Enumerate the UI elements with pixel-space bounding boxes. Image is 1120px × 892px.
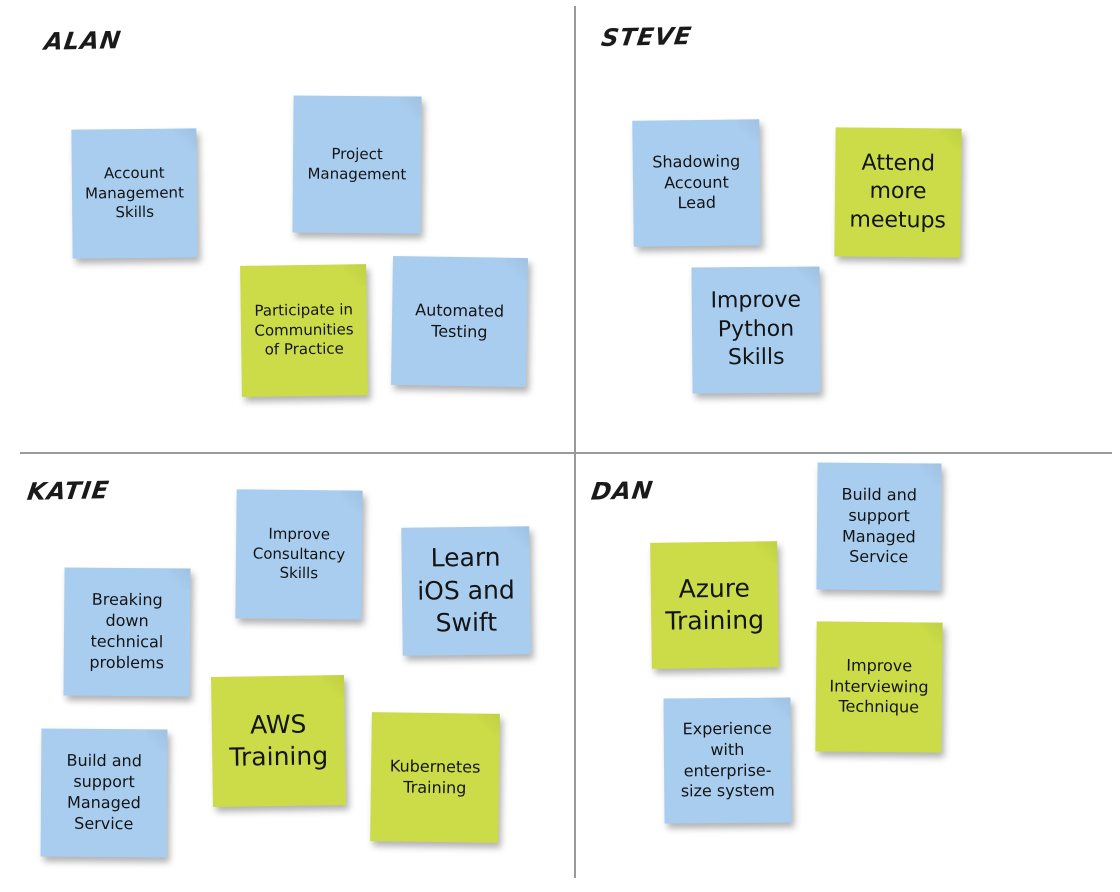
sticky-note[interactable]: Participate in Communities of Practice — [240, 264, 368, 397]
sticky-note[interactable]: Build and support Managed Service — [816, 462, 942, 591]
sticky-note[interactable]: Automated Testing — [390, 255, 529, 388]
sticky-note[interactable]: Build and support Managed Service — [40, 728, 168, 858]
sticky-note-text: Build and support Managed Service — [841, 484, 918, 567]
sticky-note-text: Experience with enterprise- size system — [680, 718, 775, 801]
sticky-note[interactable]: Kubernetes Training — [370, 712, 500, 843]
sticky-note-text: Attend more meetups — [849, 150, 947, 234]
sticky-note[interactable]: AWS Training — [210, 674, 347, 808]
sticky-note[interactable]: Improve Consultancy Skills — [235, 489, 363, 620]
sticky-note[interactable]: Breaking down technical problems — [63, 567, 191, 697]
sticky-note-text: Project Management — [307, 144, 407, 183]
sticky-note-text: Kubernetes Training — [389, 756, 481, 797]
sticky-note[interactable]: Project Management — [292, 95, 422, 234]
sticky-note[interactable]: Learn iOS and Swift — [401, 526, 531, 656]
sticky-note-text: AWS Training — [229, 709, 329, 772]
sticky-note-text: Improve Interviewing Technique — [829, 655, 929, 717]
sticky-note-text: Learn iOS and Swift — [417, 542, 515, 638]
sticky-note-text: Improve Consultancy Skills — [252, 524, 346, 583]
quadrant-owner-katie: KATIE — [25, 467, 113, 509]
sticky-note-text: Build and support Managed Service — [66, 751, 142, 834]
quadrant-owner-dan: DAN — [589, 467, 657, 509]
sticky-note-text: Automated Testing — [415, 300, 505, 341]
sticky-note-text: Azure Training — [665, 573, 765, 636]
sticky-note[interactable]: Improve Python Skills — [691, 266, 821, 394]
sticky-note-text: Account Management Skills — [84, 163, 184, 222]
sticky-note-text: Breaking down technical problems — [89, 590, 165, 673]
quadrant-owner-alan: ALAN — [42, 17, 125, 59]
quadrant-divider-vertical — [574, 6, 576, 878]
sticky-note-text: Improve Python Skills — [710, 287, 802, 371]
sticky-note[interactable]: Improve Interviewing Technique — [815, 621, 943, 753]
sticky-note-text: Participate in Communities of Practice — [254, 300, 354, 359]
sticky-note[interactable]: Azure Training — [650, 541, 779, 669]
whiteboard-canvas: ALAN STEVE KATIE DAN Account Management … — [0, 0, 1120, 892]
sticky-note-text: Shadowing Account Lead — [652, 151, 741, 213]
sticky-note[interactable]: Account Management Skills — [71, 128, 198, 259]
sticky-note[interactable]: Experience with enterprise- size system — [663, 697, 792, 824]
quadrant-owner-steve: STEVE — [599, 13, 695, 55]
quadrant-divider-horizontal — [20, 452, 1112, 454]
sticky-note[interactable]: Attend more meetups — [834, 127, 962, 258]
sticky-note[interactable]: Shadowing Account Lead — [632, 119, 761, 247]
